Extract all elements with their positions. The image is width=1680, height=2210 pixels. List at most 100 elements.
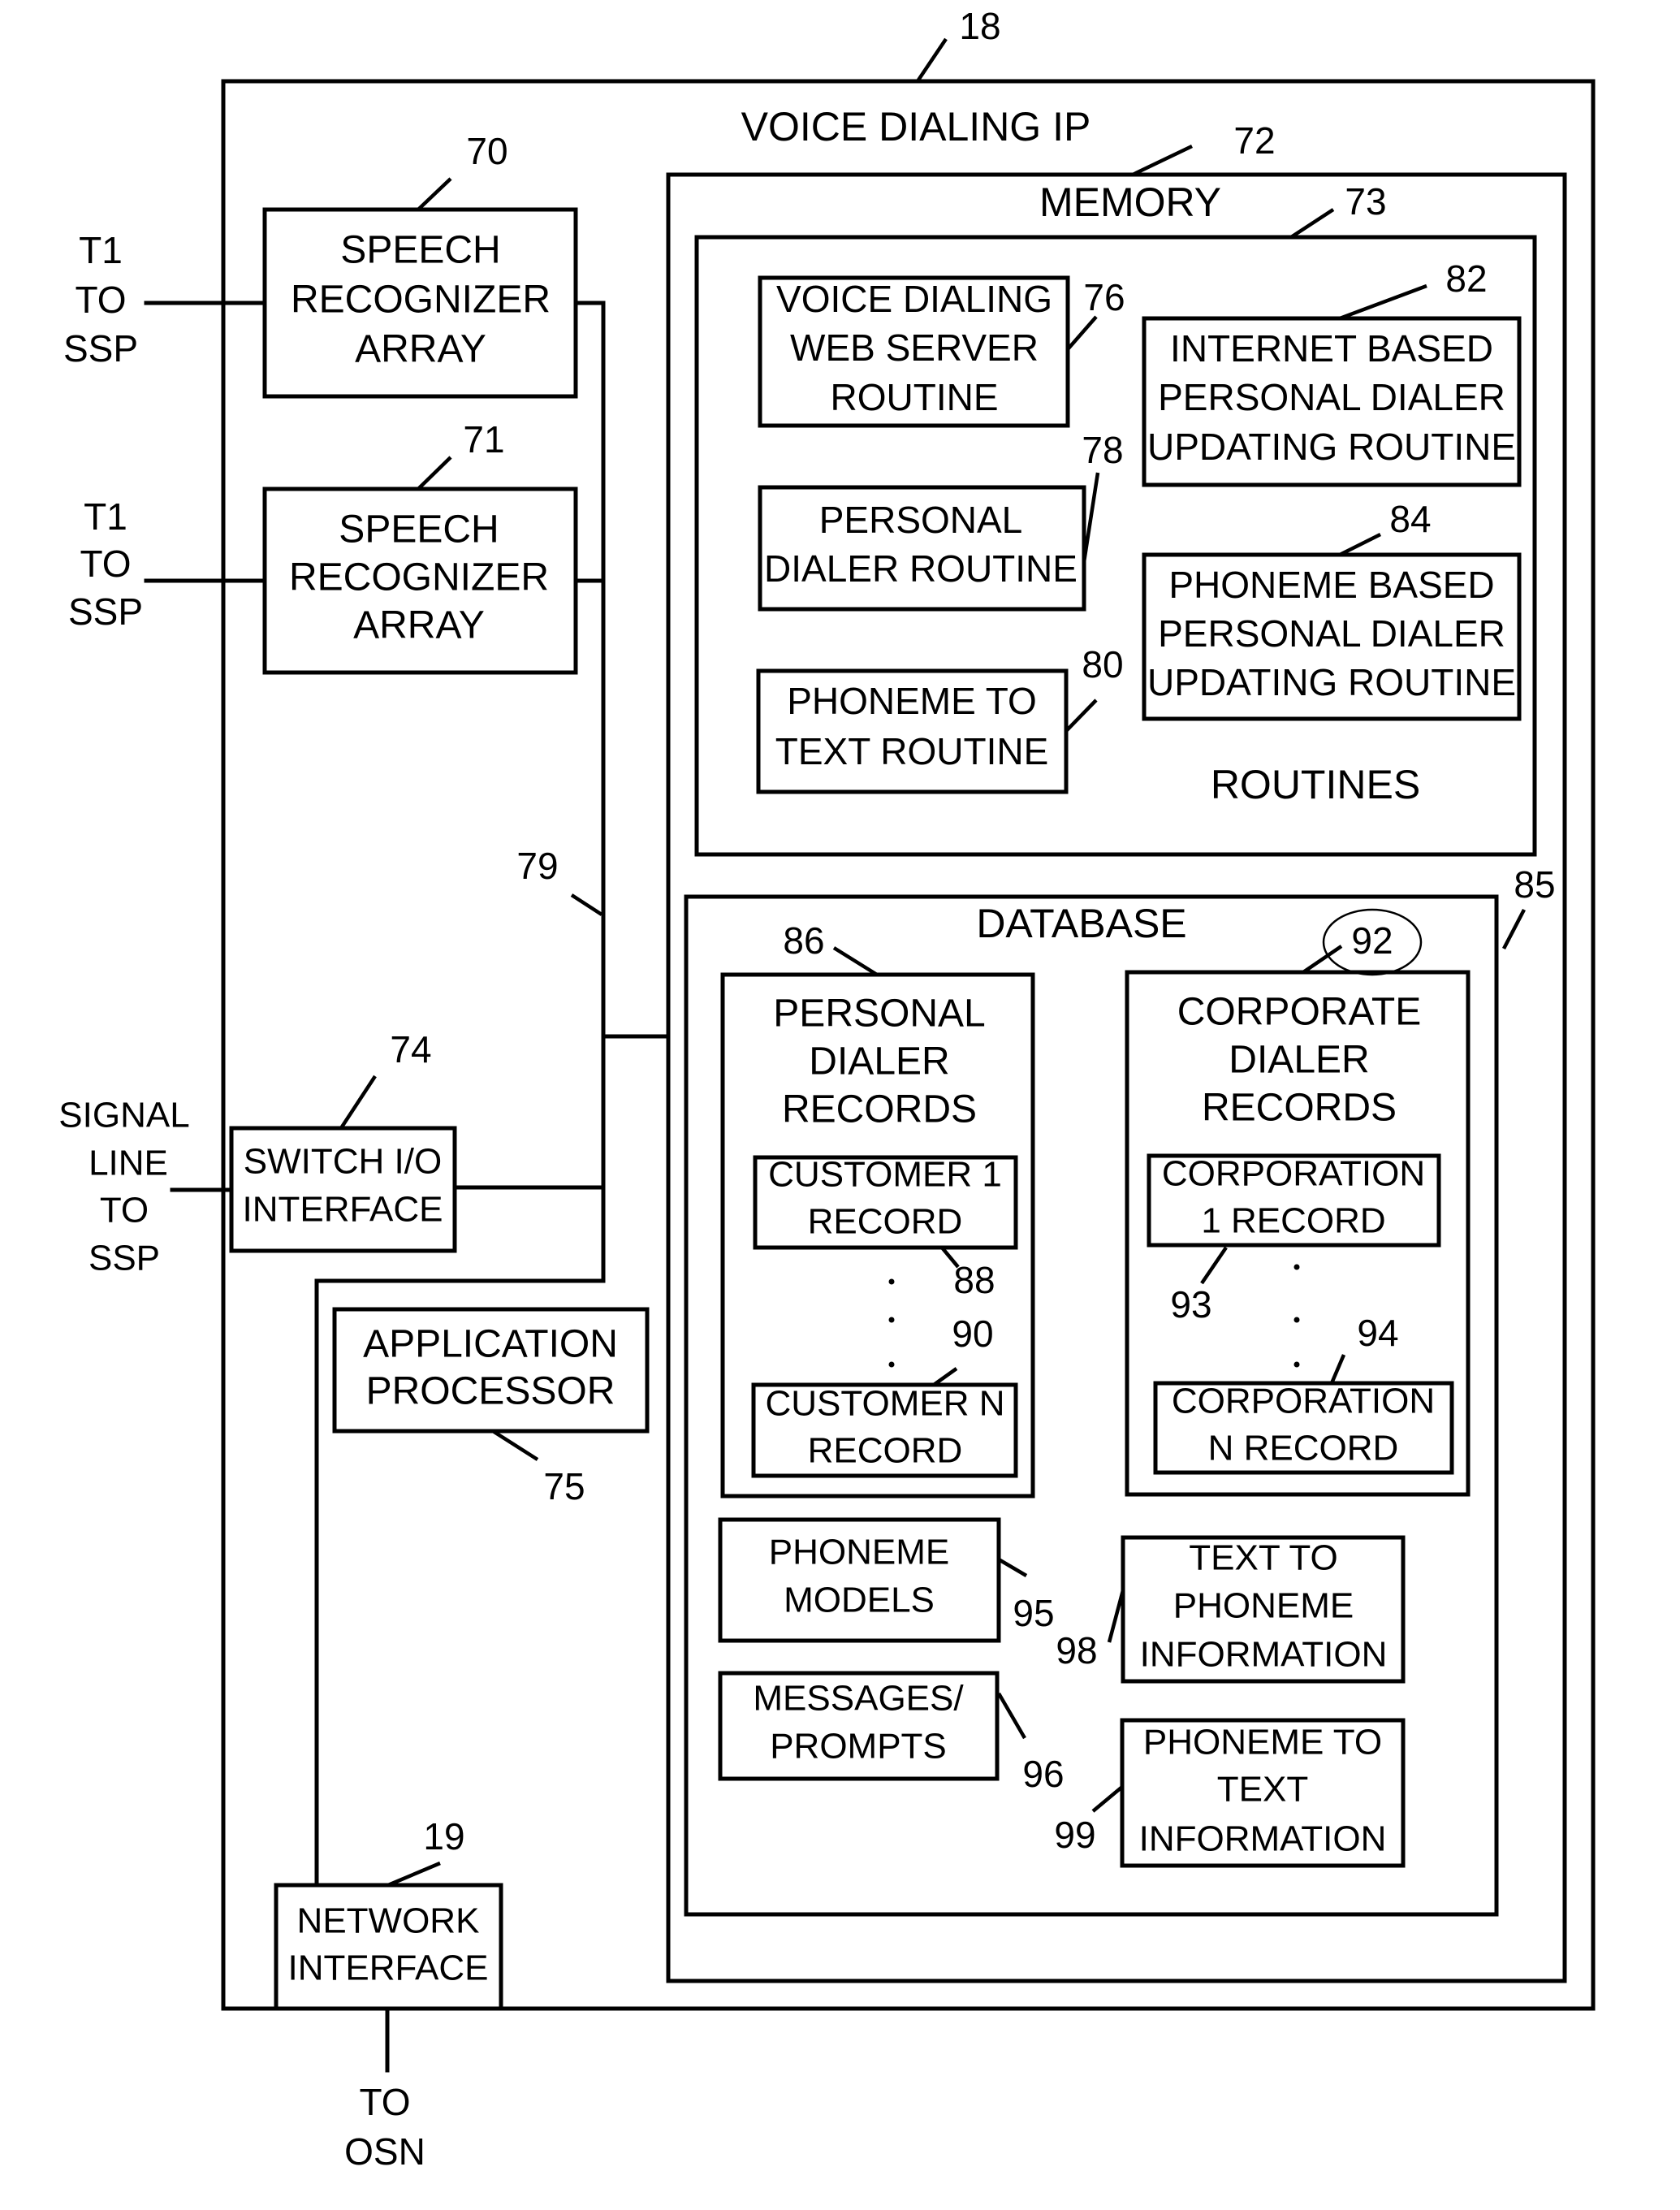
ref-71-leader: [417, 456, 452, 491]
phoneme-updating-routine-line-3: UPDATING ROUTINE: [1147, 661, 1516, 703]
ref-93-label: 93: [1170, 1283, 1211, 1326]
ref-90-label: 90: [952, 1313, 993, 1355]
personal-dialer-routine-line-2: DIALER ROUTINE: [764, 547, 1078, 590]
ref-75-label: 75: [543, 1465, 585, 1507]
switch-io-interface-74: SWITCH I/O INTERFACE 74: [229, 1028, 457, 1253]
ref-76-leader: [1066, 315, 1098, 351]
corporate-records-line-1: CORPORATE: [1177, 991, 1421, 1034]
ellipsis-dot: [1293, 1361, 1300, 1368]
phoneme-to-text-info-99: PHONEME TO TEXT INFORMATION 99: [1054, 1718, 1406, 1868]
speech-recognizer-71-line-1: SPEECH: [339, 508, 499, 551]
ref-79-leader: [570, 893, 603, 916]
ref-88-label: 88: [953, 1259, 995, 1301]
web-server-routine-line-3: ROUTINE: [831, 376, 999, 418]
ref-95-label: 95: [1013, 1592, 1054, 1634]
ref-93-leader: [1200, 1246, 1228, 1285]
ref-79-label: 79: [516, 845, 558, 887]
ref-70-leader: [417, 177, 452, 211]
to-osn-line-2: OSN: [344, 2130, 425, 2173]
ref-92-leader: [1302, 945, 1343, 974]
ref-95-leader: [997, 1558, 1028, 1577]
network-interface-line-2: INTERFACE: [288, 1948, 489, 1988]
customer-n-line-1: CUSTOMER N: [766, 1384, 1005, 1424]
messages-prompts-line-1: MESSAGES/: [753, 1679, 964, 1719]
ref-98-leader: [1107, 1589, 1125, 1643]
signal-line-input: SIGNAL LINE TO SSP: [58, 1096, 234, 1278]
internet-updating-routine-line-2: PERSONAL DIALER: [1158, 376, 1505, 418]
t1-top-line-2: TO: [75, 279, 126, 321]
ref-72-label: 72: [1233, 119, 1275, 162]
ref-94-leader: [1329, 1354, 1346, 1384]
corporation-1-line-1: CORPORATION: [1162, 1154, 1425, 1194]
signal-line-1: SIGNAL: [58, 1096, 189, 1135]
database-label: DATABASE: [976, 901, 1186, 946]
ref-82-label: 82: [1445, 257, 1487, 300]
customer-1-line-2: RECORD: [808, 1202, 963, 1242]
ref-71-label: 71: [463, 418, 504, 461]
ref-85-label: 85: [1514, 863, 1555, 906]
speech-recognizer-array-70: SPEECH RECOGNIZER ARRAY 70: [262, 130, 578, 399]
ref-80-leader: [1065, 698, 1098, 733]
personal-records-line-3: RECORDS: [782, 1088, 977, 1131]
internet-updating-routine-line-1: INTERNET BASED: [1170, 327, 1493, 370]
corporation-n-line-1: CORPORATION: [1172, 1382, 1435, 1421]
memory-label: MEMORY: [1039, 179, 1221, 225]
personal-records-line-1: PERSONAL: [773, 993, 985, 1036]
web-server-routine-line-2: WEB SERVER: [790, 327, 1039, 369]
speech-recognizer-71-line-3: ARRAY: [353, 604, 485, 647]
ref-90-leader: [932, 1367, 958, 1386]
ref-86-label: 86: [783, 919, 824, 962]
t1-bottom-line-2: TO: [80, 543, 131, 585]
signal-line-2: LINE: [89, 1144, 168, 1183]
speech-recognizer-71-line-2: RECOGNIZER: [289, 556, 549, 599]
ref-73-leader: [1289, 208, 1335, 239]
database-85: DATABASE 85 PERSONAL DIALER RECORDS 86 C…: [684, 863, 1556, 1917]
t1-input-top: T1 TO SSP: [63, 229, 267, 370]
ellipsis-dot: [888, 1278, 895, 1285]
ref-98-label: 98: [1056, 1629, 1097, 1672]
phoneme-updating-routine-line-2: PERSONAL DIALER: [1158, 612, 1505, 655]
phoneme-models-line-1: PHONEME: [769, 1533, 949, 1572]
phoneme-models-95: PHONEME MODELS 95: [718, 1517, 1055, 1643]
corporation-1-line-2: 1 RECORD: [1201, 1201, 1385, 1241]
messages-prompts-line-2: PROMPTS: [770, 1727, 947, 1767]
ref-99-label: 99: [1054, 1814, 1095, 1856]
phoneme-to-text-line-1: PHONEME TO: [1143, 1723, 1382, 1762]
phoneme-to-text-routine-line-2: TEXT ROUTINE: [775, 730, 1049, 772]
ref-96-label: 96: [1022, 1753, 1064, 1795]
text-to-phoneme-line-3: INFORMATION: [1140, 1635, 1388, 1675]
voice-dialing-ip-title: VOICE DIALING IP: [741, 104, 1091, 149]
app-processor-line-1: APPLICATION: [363, 1323, 618, 1366]
switch-io-line-2: INTERFACE: [243, 1190, 443, 1230]
ellipsis-dot: [1293, 1264, 1300, 1270]
customer-1-line-1: CUSTOMER 1: [768, 1155, 1002, 1195]
speech-recognizer-70-line-3: ARRAY: [355, 328, 486, 371]
network-interface-19: NETWORK INTERFACE 19 TO OSN: [274, 1815, 503, 2173]
ref-96-leader: [997, 1692, 1026, 1740]
web-server-routine-line-1: VOICE DIALING: [776, 278, 1052, 320]
ref-78-label: 78: [1082, 429, 1123, 471]
ellipsis-dot: [1293, 1317, 1300, 1323]
t1-top-line-3: SSP: [63, 327, 138, 370]
ref-73-label: 73: [1345, 180, 1386, 223]
app-processor-line-2: PROCESSOR: [366, 1370, 615, 1413]
text-to-phoneme-line-2: PHONEME: [1173, 1586, 1354, 1626]
ref-74-leader: [339, 1075, 377, 1130]
t1-top-line-1: T1: [79, 229, 123, 271]
ref-19-leader: [387, 1861, 441, 1888]
ref-19-label: 19: [423, 1815, 464, 1858]
customer-n-line-2: RECORD: [808, 1431, 963, 1471]
corporate-records-line-3: RECORDS: [1202, 1087, 1397, 1130]
ref-18-label: 18: [959, 5, 1000, 47]
text-to-phoneme-line-1: TEXT TO: [1189, 1538, 1337, 1578]
t1-bottom-line-1: T1: [84, 495, 127, 538]
t1-input-bottom: T1 TO SSP: [68, 495, 267, 633]
ref-86-leader: [832, 946, 879, 976]
voice-dialing-ip-diagram: 18 VOICE DIALING IP SPEECH RECOGNIZER AR…: [58, 5, 1596, 2173]
personal-dialer-routine-line-1: PERSONAL: [819, 499, 1023, 541]
messages-prompts-96: MESSAGES/ PROMPTS 96: [718, 1671, 1065, 1795]
ellipsis-dot: [888, 1317, 895, 1323]
text-to-phoneme-info-98: TEXT TO PHONEME INFORMATION 98: [1056, 1535, 1406, 1684]
ref-92-label: 92: [1351, 919, 1393, 962]
ref-74-label: 74: [390, 1028, 431, 1070]
